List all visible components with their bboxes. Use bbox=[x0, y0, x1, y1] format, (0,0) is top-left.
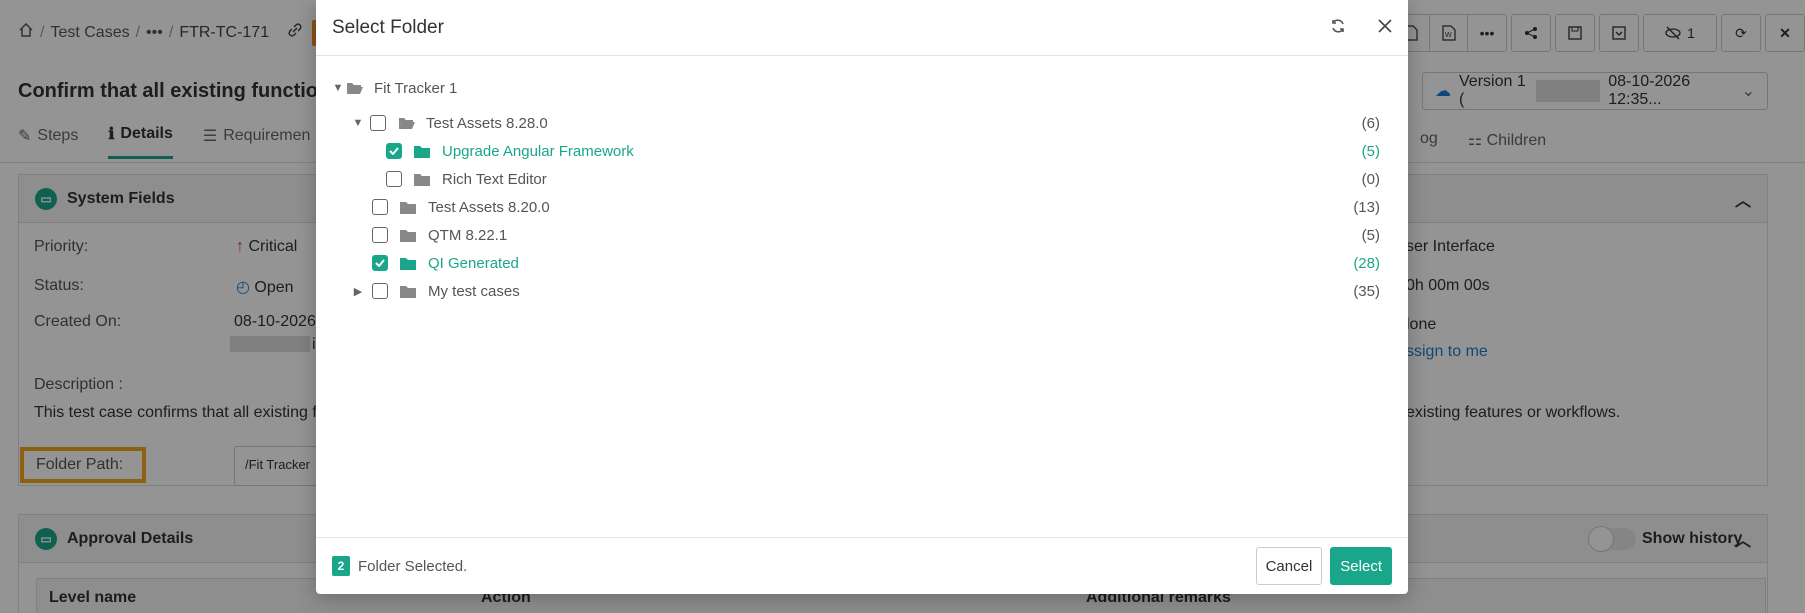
folder-checkbox-checked[interactable] bbox=[372, 255, 388, 271]
folder-count: (28) bbox=[1353, 254, 1380, 272]
folder-label: Test Assets 8.20.0 bbox=[428, 198, 550, 216]
folder-count: (0) bbox=[1361, 170, 1380, 188]
folder-checkbox[interactable] bbox=[372, 283, 388, 299]
tree-item-qi-generated[interactable]: QI Generated (28) bbox=[316, 249, 1408, 277]
folder-tree: ▼ Fit Tracker 1 ▼ Test Assets 8.28.0 (6) bbox=[316, 56, 1408, 537]
select-folder-modal: Select Folder ▼ Fit Tracker 1 ▼ Test Ass… bbox=[316, 0, 1408, 594]
folder-count: (6) bbox=[1361, 114, 1380, 132]
folder-count: (13) bbox=[1353, 198, 1380, 216]
close-icon[interactable] bbox=[1378, 18, 1392, 37]
modal-header: Select Folder bbox=[316, 0, 1408, 56]
modal-actions bbox=[1330, 18, 1392, 38]
tree-root[interactable]: ▼ Fit Tracker 1 bbox=[316, 74, 1408, 102]
folder-icon bbox=[400, 229, 420, 242]
folder-count: (35) bbox=[1353, 282, 1380, 300]
folder-label: QTM 8.22.1 bbox=[428, 226, 508, 244]
folder-open-icon bbox=[398, 116, 418, 130]
tree-item-test-assets-8-20-0[interactable]: Test Assets 8.20.0 (13) bbox=[316, 193, 1408, 221]
refresh-icon[interactable] bbox=[1330, 18, 1346, 38]
folder-icon bbox=[400, 201, 420, 214]
caret-down-icon[interactable]: ▼ bbox=[352, 117, 364, 129]
folder-count: (5) bbox=[1361, 226, 1380, 244]
modal-footer: 2 Folder Selected. Cancel Select bbox=[316, 537, 1408, 594]
tree-item-upgrade-angular-framework[interactable]: Upgrade Angular Framework (5) bbox=[316, 137, 1408, 165]
folder-label: Rich Text Editor bbox=[442, 170, 547, 188]
selected-count-text: Folder Selected. bbox=[358, 557, 468, 575]
folder-label: QI Generated bbox=[428, 254, 519, 272]
folder-checkbox[interactable] bbox=[386, 171, 402, 187]
modal-title: Select Folder bbox=[332, 16, 444, 38]
tree-item-test-assets-8-28-0[interactable]: ▼ Test Assets 8.28.0 (6) bbox=[316, 109, 1408, 137]
folder-checkbox[interactable] bbox=[372, 227, 388, 243]
folder-open-icon bbox=[346, 81, 366, 95]
folder-label: Upgrade Angular Framework bbox=[442, 142, 634, 160]
folder-icon bbox=[414, 173, 434, 186]
folder-label: Test Assets 8.28.0 bbox=[426, 114, 548, 132]
caret-right-icon[interactable]: ▶ bbox=[352, 285, 364, 298]
select-button[interactable]: Select bbox=[1330, 547, 1392, 585]
tree-item-my-test-cases[interactable]: ▶ My test cases (35) bbox=[316, 277, 1408, 305]
folder-label: My test cases bbox=[428, 282, 520, 300]
cancel-button[interactable]: Cancel bbox=[1255, 547, 1323, 585]
folder-checkbox[interactable] bbox=[370, 115, 386, 131]
folder-icon bbox=[414, 145, 434, 158]
tree-item-qtm-8-22-1[interactable]: QTM 8.22.1 (5) bbox=[316, 221, 1408, 249]
folder-icon bbox=[400, 257, 420, 270]
tree-root-label: Fit Tracker 1 bbox=[374, 79, 458, 97]
folder-checkbox-checked[interactable] bbox=[386, 143, 402, 159]
footer-buttons: Cancel Select bbox=[1255, 547, 1392, 585]
caret-down-icon[interactable]: ▼ bbox=[332, 82, 344, 94]
folder-icon bbox=[400, 285, 420, 298]
folder-checkbox[interactable] bbox=[372, 199, 388, 215]
tree-item-rich-text-editor[interactable]: Rich Text Editor (0) bbox=[316, 165, 1408, 193]
selected-count-badge: 2 bbox=[332, 556, 350, 576]
folder-count: (5) bbox=[1361, 142, 1380, 160]
